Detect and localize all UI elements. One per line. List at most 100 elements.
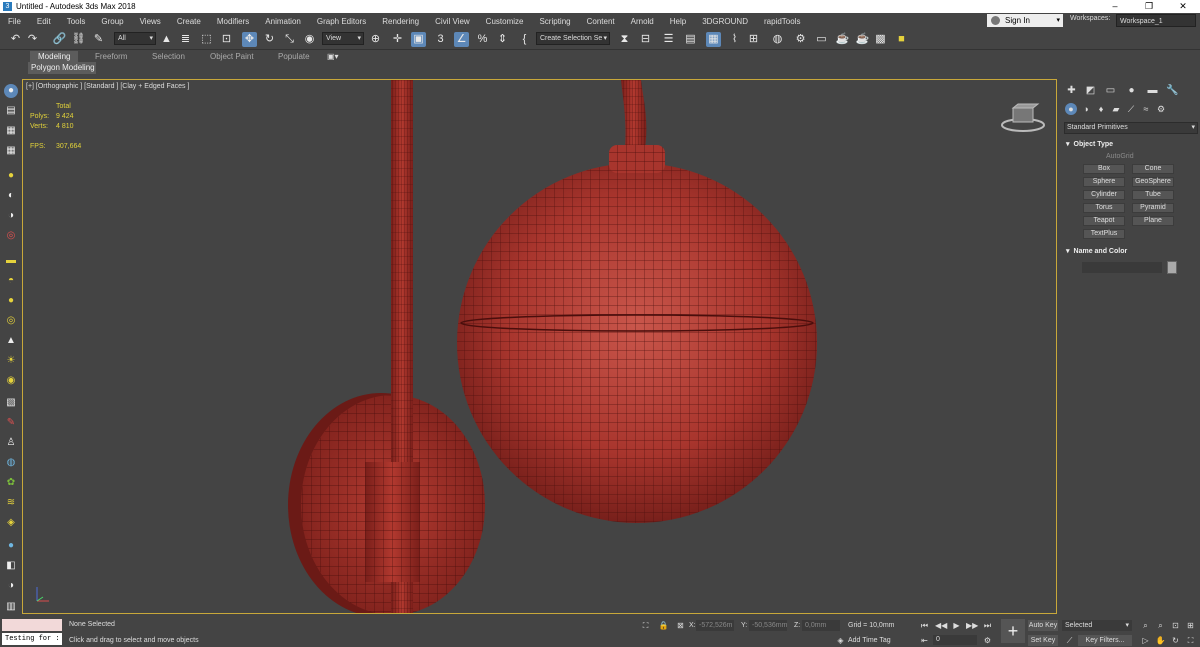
zoom-icon[interactable]: ⌕ [1140, 620, 1151, 631]
target-icon[interactable]: ◉ [4, 374, 18, 388]
maxscript-listener-top[interactable] [2, 619, 62, 631]
selection-filter-select[interactable]: All ▾ [114, 32, 156, 45]
zoom-extents-all-icon[interactable]: ⊞ [1185, 620, 1196, 631]
menu-scripting[interactable]: Scripting [531, 17, 578, 26]
field-of-view-icon[interactable]: ▷ [1140, 635, 1151, 646]
menu-create[interactable]: Create [169, 17, 209, 26]
material-icon[interactable]: ● [4, 539, 18, 553]
link-icon[interactable]: 🔗 [52, 32, 67, 47]
shapes-icon[interactable]: ◑ [1080, 103, 1092, 115]
hair-icon[interactable]: ≋ [4, 496, 18, 510]
next-frame-icon[interactable]: ▶▶ [966, 620, 978, 631]
plant-icon[interactable]: ✿ [4, 476, 18, 490]
helper-icon[interactable]: ◑ [4, 209, 18, 223]
select-and-move-icon[interactable]: ✥ [242, 32, 257, 47]
tab-modeling[interactable]: Modeling [30, 51, 79, 62]
render-in-cloud-icon[interactable]: ▩ [873, 32, 888, 47]
object-name-field[interactable] [1082, 262, 1162, 273]
selection-region-icon[interactable]: ⬚ [199, 32, 214, 47]
select-and-scale-icon[interactable]: ⤡ [282, 32, 297, 47]
rendered-frame-window-icon[interactable]: ▭ [814, 32, 829, 47]
go-to-start-icon[interactable]: ⏮ [919, 620, 930, 631]
workspace-select[interactable]: Workspace_1 [1116, 14, 1196, 27]
helpers-icon[interactable]: ⟋ [1125, 103, 1137, 115]
camera-icon[interactable]: ◐ [4, 189, 18, 203]
toggle-ribbon-icon[interactable]: ▤ [683, 32, 698, 47]
named-selection-select[interactable]: Create Selection Se ▾ [536, 32, 610, 45]
systems-icon[interactable]: ⚙ [1155, 103, 1167, 115]
torus-icon[interactable]: ◎ [4, 314, 18, 328]
layer-explorer-icon[interactable]: ☰ [661, 32, 676, 47]
previous-frame-icon[interactable]: ◀◀ [935, 620, 947, 631]
menu-animation[interactable]: Animation [257, 17, 309, 26]
tab-object-paint[interactable]: Object Paint [210, 51, 254, 62]
viewport-orthographic[interactable]: [+] [Orthographic ] [Standard ] [Clay + … [22, 79, 1057, 614]
menu-group[interactable]: Group [93, 17, 131, 26]
geometry-icon[interactable]: ● [1065, 103, 1077, 115]
render-iterative-icon[interactable]: ☕ [855, 32, 870, 47]
object-color-swatch[interactable] [1167, 261, 1177, 274]
extra-tool-icon[interactable]: ■ [894, 32, 909, 47]
maximize-viewport-icon[interactable]: ⛶ [1185, 635, 1196, 646]
absolute-mode-icon[interactable]: ⊠ [675, 620, 686, 631]
display-tab-icon[interactable]: ▬ [1145, 83, 1160, 98]
z-coordinate-field[interactable]: 0,0mm [802, 620, 840, 631]
select-by-name-icon[interactable]: ≣ [178, 32, 193, 47]
graphite-toolbar-icon[interactable]: ▦ [706, 32, 721, 47]
menu-views[interactable]: Views [132, 17, 169, 26]
zoom-extents-icon[interactable]: ⊡ [1170, 620, 1181, 631]
viewport-label-menu[interactable]: [+] [Orthographic ] [Standard ] [Clay + … [26, 83, 189, 90]
maxscript-listener-input[interactable]: Testing for : [2, 633, 62, 645]
primitive-category-select[interactable]: Standard Primitives ▾ [1064, 122, 1198, 134]
select-object-icon[interactable]: ▲ [159, 32, 174, 47]
material-editor-icon[interactable]: ◍ [770, 32, 785, 47]
paint-icon[interactable]: ✎ [4, 416, 18, 430]
menu-customize[interactable]: Customize [478, 17, 532, 26]
create-icon[interactable]: ● [4, 84, 18, 98]
box-button[interactable]: Box [1083, 164, 1125, 174]
hierarchy-tab-icon[interactable]: ▭ [1103, 83, 1118, 98]
scene-explorer-icon[interactable]: ▤ [4, 104, 18, 118]
time-config-icon[interactable]: ⚙ [982, 635, 993, 646]
selection-lock-icon[interactable]: 🔒 [658, 620, 669, 631]
space-warps-icon[interactable]: ≈ [1140, 103, 1152, 115]
undo-icon[interactable]: ↶ [8, 32, 23, 47]
schematic-view-icon[interactable]: ⊞ [746, 32, 761, 47]
current-frame-field[interactable]: 0 [933, 635, 977, 645]
viewcube-icon[interactable] [1000, 102, 1046, 134]
cone-button[interactable]: Cone [1132, 164, 1174, 174]
geosphere-button[interactable]: GeoSphere [1132, 177, 1174, 187]
lights-icon[interactable]: ♦ [1095, 103, 1107, 115]
table-icon[interactable]: ▦ [4, 144, 18, 158]
play-icon[interactable]: ▶ [951, 620, 962, 631]
light-icon[interactable]: ● [4, 169, 18, 183]
default-tangent-icon[interactable]: ⟋ [1064, 635, 1075, 646]
sign-in-button[interactable]: Sign In ▾ [987, 14, 1063, 27]
textplus-button[interactable]: TextPlus [1083, 229, 1125, 239]
sphere-mesh[interactable] [457, 145, 817, 523]
render-production-icon[interactable]: ☕ [835, 32, 850, 47]
zoom-all-icon[interactable]: ⌕ [1155, 620, 1166, 631]
figure-icon[interactable]: ♙ [4, 436, 18, 450]
bind-space-warp-icon[interactable]: ✎ [91, 32, 106, 47]
motion-tab-icon[interactable]: ● [1124, 83, 1139, 98]
name-and-color-rollout[interactable]: ▾ Name and Color [1066, 247, 1127, 255]
menu-help[interactable]: Help [662, 17, 694, 26]
sphere-button[interactable]: Sphere [1083, 177, 1125, 187]
key-selection-set-select[interactable]: Selected ▾ [1062, 620, 1132, 631]
modify-tab-icon[interactable]: ◩ [1083, 83, 1098, 98]
globe-icon[interactable]: ◍ [4, 456, 18, 470]
minimize-button[interactable]: – [1098, 0, 1132, 13]
add-time-tag[interactable]: Add Time Tag [848, 637, 891, 644]
menu-rapidtools[interactable]: rapidTools [756, 17, 808, 26]
shading-icon[interactable]: ◑ [4, 579, 18, 593]
spinner-snap-icon[interactable]: ⇕ [495, 32, 510, 47]
mirror-icon[interactable]: ⧗ [617, 32, 632, 47]
menu-rendering[interactable]: Rendering [374, 17, 427, 26]
render-setup-icon[interactable]: ⚙ [793, 32, 808, 47]
sun-icon[interactable]: ☀ [4, 354, 18, 368]
teapot-button[interactable]: Teapot [1083, 216, 1125, 226]
grid-icon[interactable]: ▧ [4, 396, 18, 410]
menu-civil-view[interactable]: Civil View [427, 17, 478, 26]
pivot-center-icon[interactable]: ⊕ [368, 32, 383, 47]
